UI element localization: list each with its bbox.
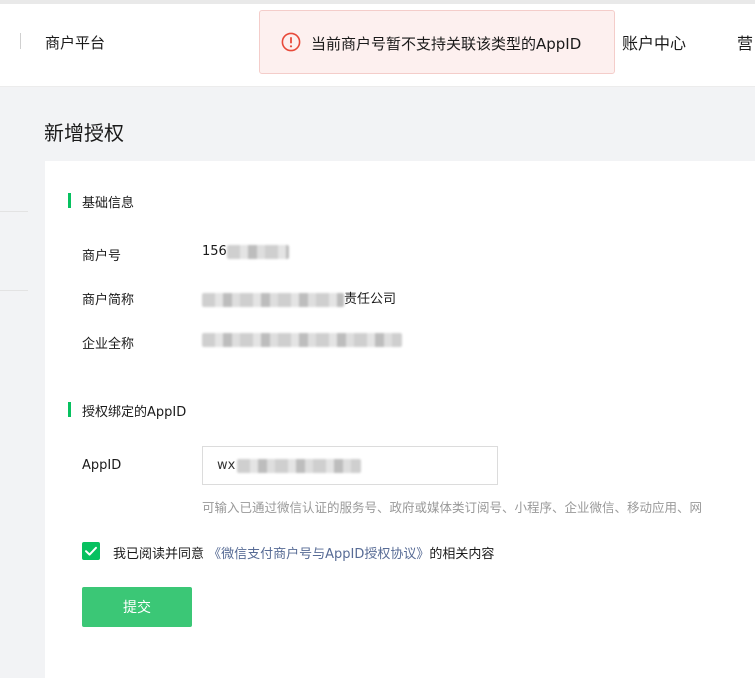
section-appid-title: 授权绑定的AppID — [68, 401, 186, 420]
authorization-form-card: 基础信息 商户号 156 商户简称 责任公司 企业全称 授权绑定的AppID A… — [45, 161, 755, 678]
agreement-link[interactable]: 《微信支付商户号与AppID授权协议》 — [208, 547, 429, 562]
merchant-id-value: 156 — [202, 244, 289, 259]
agreement-prefix: 我已阅读并同意 — [113, 547, 205, 562]
header-divider — [20, 33, 21, 49]
agreement-checkbox[interactable] — [82, 542, 100, 560]
error-toast: 当前商户号暂不支持关联该类型的AppID — [259, 10, 615, 74]
merchant-id-label: 商户号 — [82, 249, 122, 264]
sidebar-divider — [0, 211, 28, 212]
full-name-label: 企业全称 — [82, 337, 135, 352]
redacted-full-name — [202, 332, 402, 347]
brand-title[interactable]: 商户平台 — [45, 32, 105, 53]
merchant-id-prefix: 156 — [202, 244, 227, 259]
redacted-appid — [237, 459, 361, 473]
error-icon — [281, 32, 301, 52]
submit-button[interactable]: 提交 — [82, 587, 192, 627]
page-title: 新增授权 — [44, 121, 124, 145]
appid-label: AppID — [82, 458, 122, 473]
sidebar-divider — [0, 290, 28, 291]
checkmark-icon — [85, 546, 97, 556]
nav-account-center[interactable]: 账户中心 — [622, 30, 686, 54]
short-name-suffix: 责任公司 — [344, 292, 397, 307]
appid-hint: 可输入已通过微信认证的服务号、政府或媒体类订阅号、小程序、企业微信、移动应用、网 — [202, 500, 703, 515]
short-name-label: 商户简称 — [82, 293, 135, 308]
short-name-value: 责任公司 — [202, 288, 396, 307]
appid-input-prefix: wx — [217, 458, 236, 473]
agreement-text: 我已阅读并同意 《微信支付商户号与AppID授权协议》的相关内容 — [113, 543, 494, 562]
section-basic-info-title: 基础信息 — [68, 192, 134, 211]
redacted-short-name — [202, 292, 344, 307]
full-name-value — [202, 332, 402, 347]
appid-input[interactable]: wx — [202, 446, 498, 485]
nav-marketing[interactable]: 营 — [737, 30, 753, 54]
agreement-suffix: 的相关内容 — [429, 547, 495, 562]
toast-message: 当前商户号暂不支持关联该类型的AppID — [311, 35, 582, 53]
redacted-merchant-id — [226, 244, 289, 259]
